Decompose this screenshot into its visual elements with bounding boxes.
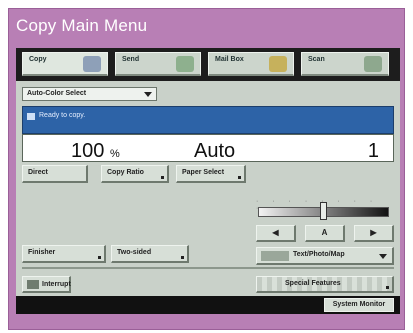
color-select-dropdown[interactable]: Auto-Color Select: [22, 87, 157, 101]
page: Copy Main Menu Copy Send Mail Box Scan A…: [0, 0, 413, 333]
submenu-indicator-icon: [386, 286, 389, 289]
status-bar: Ready to copy.: [22, 106, 394, 134]
direct-label: Direct: [28, 169, 48, 176]
tab-copy-label: Copy: [29, 56, 47, 63]
copier-screen: Copy Send Mail Box Scan Auto-Color Selec…: [16, 48, 400, 314]
ratio-number: 100: [71, 140, 105, 162]
lighter-icon: ◀: [272, 228, 279, 237]
mailbox-icon: [269, 56, 287, 72]
density-darker-button[interactable]: ▶: [354, 225, 394, 242]
tab-copy[interactable]: Copy: [22, 52, 108, 76]
tab-mailbox[interactable]: Mail Box: [208, 52, 294, 76]
special-features-label: Special Features: [285, 280, 341, 287]
submenu-indicator-icon: [161, 176, 164, 179]
paper-mode-value: Auto: [194, 140, 236, 162]
copy-quantity: 1: [367, 140, 379, 162]
tab-send[interactable]: Send: [115, 52, 201, 76]
copier-status-icon: [27, 113, 35, 120]
darker-icon: ▶: [370, 228, 377, 237]
direct-button[interactable]: Direct: [22, 165, 88, 183]
scan-icon: [364, 56, 382, 72]
finisher-button[interactable]: Finisher: [22, 245, 106, 263]
chevron-down-icon: [144, 92, 152, 97]
status-text: Ready to copy.: [39, 112, 86, 119]
copy-icon: [83, 56, 101, 72]
tab-mailbox-label: Mail Box: [215, 56, 244, 63]
density-auto-button[interactable]: A: [305, 225, 345, 242]
original-type-icon: [261, 251, 289, 261]
original-type-dropdown[interactable]: Text/Photo/Map: [256, 247, 394, 265]
system-monitor-label: System Monitor: [332, 301, 386, 308]
density-lighter-button[interactable]: ◀: [256, 225, 296, 242]
color-select-value: Auto-Color Select: [27, 90, 87, 97]
copy-ratio-label: Copy Ratio: [107, 169, 144, 176]
caption-title: Copy Main Menu: [16, 16, 148, 35]
bottom-bar: System Monitor: [16, 296, 400, 314]
density-knob[interactable]: [320, 202, 327, 220]
special-features-button[interactable]: Special Features: [256, 276, 394, 293]
settings-display: 100 % Auto 1: [22, 134, 394, 162]
copy-ratio-button[interactable]: Copy Ratio: [101, 165, 169, 183]
copy-ratio-value: 100 %: [71, 140, 120, 163]
submenu-indicator-icon: [98, 256, 101, 259]
two-sided-button[interactable]: Two-sided: [111, 245, 189, 263]
tab-scan-label: Scan: [308, 56, 325, 63]
two-sided-label: Two-sided: [117, 249, 152, 256]
system-monitor-button[interactable]: System Monitor: [324, 298, 394, 312]
paper-select-label: Paper Select: [182, 169, 225, 176]
auto-density-label: A: [321, 228, 328, 237]
submenu-indicator-icon: [238, 176, 241, 179]
finisher-label: Finisher: [28, 249, 56, 256]
interrupt-button[interactable]: Interrupt: [22, 276, 71, 293]
submenu-indicator-icon: [181, 256, 184, 259]
tab-scan[interactable]: Scan: [301, 52, 389, 76]
density-slider[interactable]: · · · · · · · · ·: [256, 198, 391, 226]
ratio-unit: %: [109, 148, 120, 160]
interrupt-label: Interrupt: [42, 281, 71, 288]
paper-select-button[interactable]: Paper Select: [176, 165, 246, 183]
original-type-value: Text/Photo/Map: [293, 251, 345, 258]
tab-send-label: Send: [122, 56, 140, 63]
send-icon: [176, 56, 194, 72]
divider: [22, 267, 394, 269]
chevron-down-icon: [379, 254, 387, 259]
interrupt-icon: [27, 280, 39, 289]
tab-bar: Copy Send Mail Box Scan: [16, 48, 400, 81]
